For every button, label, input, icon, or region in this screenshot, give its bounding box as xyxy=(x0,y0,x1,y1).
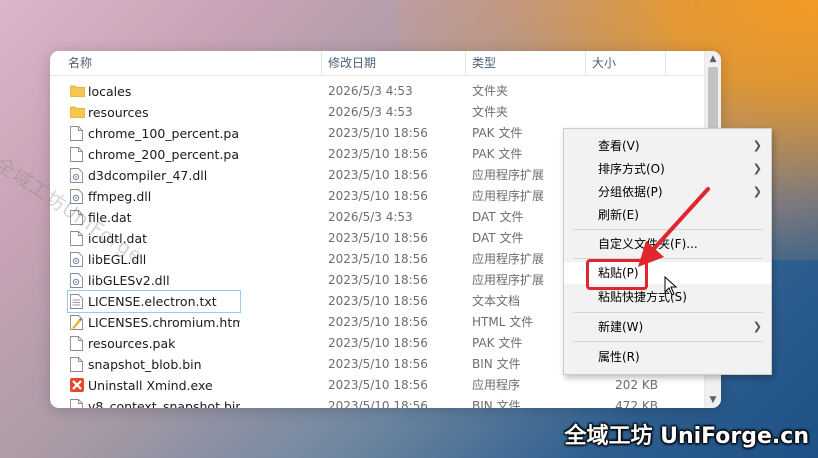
chevron-right-icon: ❯ xyxy=(752,162,762,175)
file-name-label: resources xyxy=(88,105,149,120)
file-name-label: LICENSES.chromium.html xyxy=(88,315,240,330)
menu-item-view[interactable]: 查看(V) ❯ xyxy=(564,135,771,157)
file-size: 472 KB xyxy=(615,399,658,408)
file-name[interactable]: v8_context_snapshot.bin xyxy=(68,396,240,408)
file-name[interactable]: LICENSES.chromium.html xyxy=(68,312,240,333)
file-name-label: chrome_100_percent.pak xyxy=(88,126,240,141)
red-arrow-icon xyxy=(638,187,710,267)
menu-separator xyxy=(573,312,763,313)
menu-item-sort-label: 排序方式(O) xyxy=(598,162,665,176)
file-type: BIN 文件 xyxy=(472,399,521,408)
file-date: 2026/5/3 4:53 xyxy=(328,210,413,224)
scroll-down-arrow-icon[interactable]: ▼ xyxy=(708,395,718,405)
file-date: 2026/5/3 4:53 xyxy=(328,84,413,98)
column-date-header[interactable]: 修改日期 xyxy=(322,51,466,75)
file-date: 2023/5/10 18:56 xyxy=(328,336,428,350)
mouse-cursor-icon xyxy=(664,276,678,296)
scroll-up-arrow-icon[interactable]: ▲ xyxy=(708,54,718,64)
brand-watermark: 全域工坊 UniForge.cn xyxy=(564,424,809,449)
column-name-header[interactable]: 名称 xyxy=(62,51,322,75)
file-date: 2023/5/10 18:56 xyxy=(328,378,428,392)
file-name-label: v8_context_snapshot.bin xyxy=(88,399,240,408)
chevron-right-icon: ❯ xyxy=(752,185,762,198)
file-date: 2023/5/10 18:56 xyxy=(328,168,428,182)
file-date: 2023/5/10 18:56 xyxy=(328,231,428,245)
file-row[interactable]: Uninstall Xmind.exe 2023/5/10 18:56 应用程序 20… xyxy=(50,375,705,396)
file-size xyxy=(590,81,658,102)
menu-separator xyxy=(573,341,763,342)
column-type-header[interactable]: 类型 xyxy=(466,51,586,75)
column-size-header[interactable]: 大小 xyxy=(586,51,666,75)
file-name[interactable]: libEGL.dll xyxy=(68,249,240,270)
file-name-label: Uninstall Xmind.exe xyxy=(88,378,213,393)
file-name[interactable]: libGLESv2.dll xyxy=(68,270,240,291)
menu-item-view-label: 查看(V) xyxy=(598,139,640,153)
file-name[interactable]: chrome_100_percent.pak xyxy=(68,123,240,144)
file-name[interactable]: resources.pak xyxy=(68,333,240,354)
file-name-label: snapshot_blob.bin xyxy=(88,357,202,372)
menu-item-properties-label: 属性(R) xyxy=(598,350,640,364)
file-name-label: resources.pak xyxy=(88,336,176,351)
file-date: 2023/5/10 18:56 xyxy=(328,357,428,371)
file-date: 2026/5/3 4:53 xyxy=(328,105,413,119)
file-date: 2023/5/10 18:56 xyxy=(328,189,428,203)
file-size xyxy=(590,102,658,123)
menu-item-new[interactable]: 新建(W) ❯ xyxy=(564,316,771,338)
file-name[interactable]: Uninstall Xmind.exe xyxy=(68,375,240,396)
file-row[interactable]: v8_context_snapshot.bin 2023/5/10 18:56 BI… xyxy=(50,396,705,408)
file-size: 202 KB xyxy=(615,378,658,392)
file-name-label: d3dcompiler_47.dll xyxy=(88,168,208,183)
file-name[interactable]: ffmpeg.dll xyxy=(68,186,240,207)
file-row[interactable]: locales 2026/5/3 4:53 文件夹 xyxy=(50,81,705,102)
file-type: 文件夹 xyxy=(472,105,509,119)
file-date: 2023/5/10 18:56 xyxy=(328,273,428,287)
menu-item-new-label: 新建(W) xyxy=(598,320,644,334)
menu-item-sort[interactable]: 排序方式(O) ❯ xyxy=(564,158,771,180)
file-name-label: locales xyxy=(88,84,132,99)
file-date: 2023/5/10 18:56 xyxy=(328,294,428,308)
menu-item-properties[interactable]: 属性(R) xyxy=(564,346,771,368)
file-type: 文件夹 xyxy=(472,84,509,98)
file-date: 2023/5/10 18:56 xyxy=(328,252,428,266)
chevron-right-icon: ❯ xyxy=(752,320,762,333)
file-name[interactable]: LICENSE.electron.txt xyxy=(67,290,241,313)
chevron-right-icon: ❯ xyxy=(752,139,762,152)
file-type: 应用程序 xyxy=(472,378,521,392)
file-name[interactable]: resources xyxy=(68,102,240,123)
column-header: 名称 修改日期 类型 大小 xyxy=(50,51,705,76)
file-row[interactable]: resources 2026/5/3 4:53 文件夹 xyxy=(50,102,705,123)
file-date: 2023/5/10 18:56 xyxy=(328,399,428,408)
file-date: 2023/5/10 18:56 xyxy=(328,315,428,329)
file-name[interactable]: snapshot_blob.bin xyxy=(68,354,240,375)
file-date: 2023/5/10 18:56 xyxy=(328,147,428,161)
file-name-label: libGLESv2.dll xyxy=(88,273,170,288)
file-name-label: ffmpeg.dll xyxy=(88,189,152,204)
file-date: 2023/5/10 18:56 xyxy=(328,126,428,140)
file-name-label: LICENSE.electron.txt xyxy=(88,294,217,309)
file-name[interactable]: d3dcompiler_47.dll xyxy=(68,165,240,186)
file-name[interactable]: chrome_200_percent.pak xyxy=(68,144,240,165)
file-name-label: chrome_200_percent.pak xyxy=(88,147,240,162)
file-name[interactable]: locales xyxy=(68,81,240,102)
